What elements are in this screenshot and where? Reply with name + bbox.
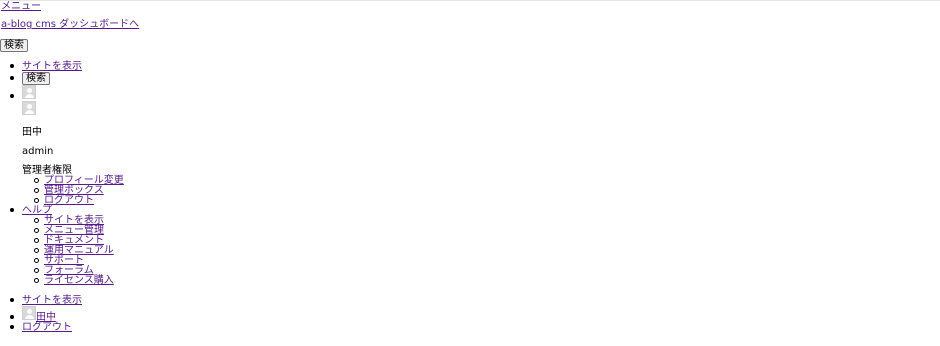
list-bullet — [10, 64, 14, 68]
sub-bullet — [34, 278, 39, 283]
top-border — [0, 0, 940, 1]
dashboard-link[interactable]: a-blog cms ダッシュボードへ — [1, 19, 139, 30]
list-bullet — [10, 298, 14, 302]
sub-bullet — [34, 238, 39, 243]
sub-bullet — [34, 218, 39, 223]
sub-bullet — [34, 188, 39, 193]
search-button[interactable]: 検索 — [0, 39, 28, 52]
menu-link[interactable]: メニュー — [1, 1, 41, 12]
bottom-logout-link[interactable]: ログアウト — [22, 322, 72, 333]
bottom-view-site-link[interactable]: サイトを表示 — [22, 295, 82, 306]
list-bullet — [10, 325, 14, 329]
sub-bullet — [34, 228, 39, 233]
list-bullet — [10, 76, 14, 80]
license-purchase-link[interactable]: ライセンス購入 — [44, 275, 114, 286]
sub-bullet — [34, 178, 39, 183]
sub-bullet — [34, 198, 39, 203]
list-bullet — [10, 208, 14, 212]
user-name: 田中 — [22, 127, 42, 138]
list-bullet — [10, 94, 14, 98]
sub-bullet — [34, 268, 39, 273]
avatar-large — [22, 101, 36, 115]
avatar[interactable] — [22, 85, 36, 99]
list-bullet — [10, 315, 14, 319]
search-button-nav[interactable]: 検索 — [22, 72, 50, 85]
sub-bullet — [34, 248, 39, 253]
bottom-avatar[interactable] — [22, 306, 36, 320]
user-id: admin — [22, 146, 54, 157]
view-site-link[interactable]: サイトを表示 — [22, 61, 82, 72]
sub-bullet — [34, 258, 39, 263]
